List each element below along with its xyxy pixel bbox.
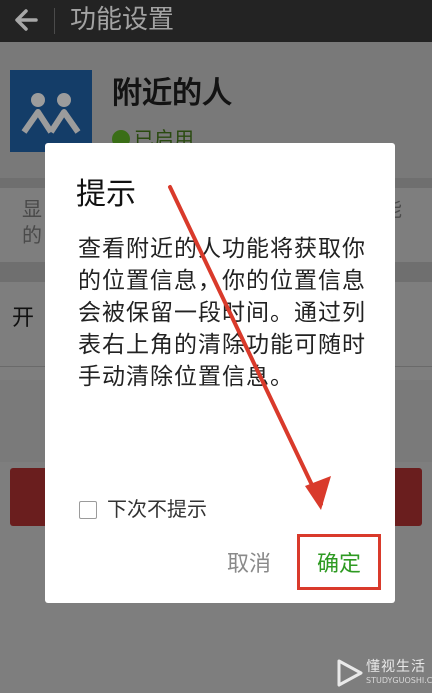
dont-show-again-checkbox[interactable] (79, 501, 97, 519)
watermark: 懂视生活 STUDYGUOSHI.COM (336, 658, 432, 690)
back-button[interactable] (10, 2, 44, 38)
top-bar: 功能设置 (0, 0, 432, 42)
description-text-left: 显的 (22, 197, 42, 247)
page-title: 功能设置 (70, 5, 175, 35)
prompt-dialog: 提示 查看附近的人功能将获取你的位置信息，你的位置信息会被保留一段时间。通过列表… (45, 143, 395, 603)
topbar-divider (54, 8, 55, 34)
dialog-message: 查看附近的人功能将获取你的位置信息，你的位置信息会被保留一段时间。通过列表右上角… (78, 236, 366, 390)
people-nearby-icon (10, 70, 92, 152)
confirm-button[interactable]: 确定 (297, 534, 381, 590)
watermark-name: 懂视生活 (366, 659, 426, 675)
play-logo-icon (337, 659, 363, 687)
feature-title: 附近的人 (112, 76, 232, 111)
cancel-button[interactable]: 取消 (227, 545, 271, 585)
dialog-title: 提示 (76, 177, 136, 212)
checkbox-label[interactable]: 下次不提示 (107, 495, 207, 523)
arrow-left-icon (15, 9, 38, 31)
confirm-button-label: 确定 (316, 552, 361, 577)
watermark-url: STUDYGUOSHI.COM (366, 676, 432, 685)
settings-row-label: 开 (12, 306, 35, 331)
